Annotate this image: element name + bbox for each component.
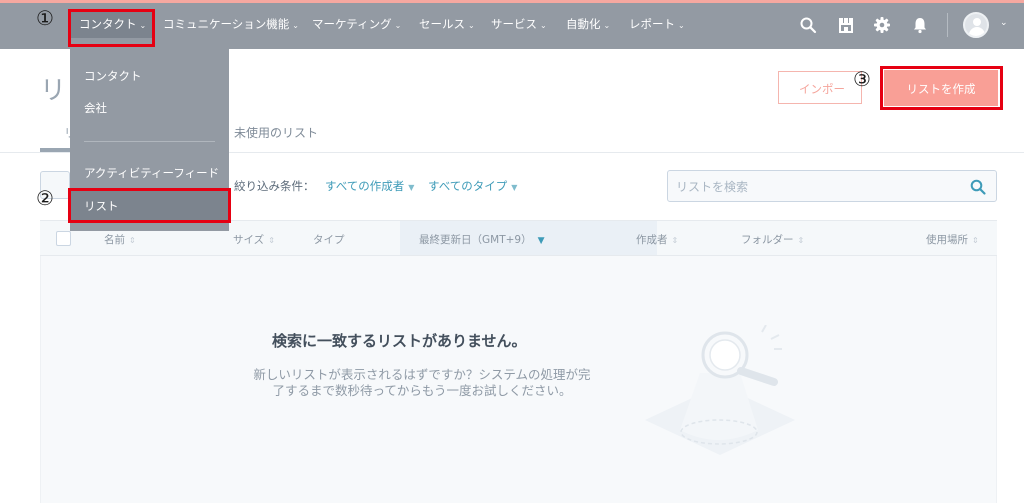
sort-icon: ⇕	[797, 236, 805, 245]
chevron-down-icon: ⌄	[292, 21, 299, 30]
chevron-down-icon: ⌄	[139, 21, 147, 30]
nav-service-label: サービス	[491, 17, 537, 31]
column-header-last-updated[interactable]: 最終更新日（GMT+9） ▼	[419, 232, 545, 247]
magnifier-illustration	[645, 325, 795, 455]
nav-automation-label: 自動化	[566, 17, 601, 31]
column-header-used-in[interactable]: 使用場所 ⇕	[926, 232, 979, 247]
nav-automation[interactable]: 自動化 ⌄	[566, 16, 610, 32]
nav-conversations[interactable]: コミュニケーション機能 ⌄	[163, 16, 299, 32]
column-header-creator[interactable]: 作成者 ⇕	[636, 232, 678, 247]
creator-filter-dropdown[interactable]: すべての作成者 ▼	[325, 178, 414, 194]
column-size-label: サイズ	[233, 234, 265, 246]
column-header-size[interactable]: サイズ ⇕	[233, 232, 275, 247]
column-name-label: 名前	[104, 234, 125, 246]
nav-sales[interactable]: セールス ⌄	[419, 16, 475, 32]
column-used-in-label: 使用場所	[926, 234, 968, 246]
empty-state-description-line1: 新しいリストが表示されるはずですか？システムの処理が完	[253, 367, 591, 382]
nav-marketing[interactable]: マーケティング ⌄	[312, 16, 401, 32]
dropdown-item-lists[interactable]: リスト	[84, 198, 119, 214]
search-box	[667, 170, 997, 202]
chevron-down-icon[interactable]: ⌄	[1000, 18, 1008, 28]
chevron-down-icon: ⌄	[603, 21, 611, 30]
nav-reports-label: レポート	[629, 17, 675, 31]
avatar-head	[973, 18, 981, 26]
avatar[interactable]	[963, 12, 989, 38]
bell-icon[interactable]	[911, 16, 929, 34]
column-header-type: タイプ	[313, 232, 345, 247]
nav-conversations-label: コミュニケーション機能	[163, 17, 290, 31]
chevron-down-icon: ⌄	[468, 21, 475, 30]
empty-state-description-line2: 了するまで数秒待ってからもう一度お試しください。	[272, 383, 572, 398]
create-list-button[interactable]: リストを作成	[884, 70, 998, 106]
page-title: リ	[40, 76, 67, 106]
column-last-updated-label: 最終更新日（GMT+9）	[419, 234, 532, 246]
type-filter-dropdown[interactable]: すべてのタイプ ▼	[428, 178, 517, 194]
sort-icon: ⇕	[671, 236, 679, 245]
top-accent-strip	[0, 0, 1024, 3]
nav-sales-label: セールス	[419, 17, 465, 31]
caret-down-icon: ▼	[511, 183, 518, 192]
nav-divider	[947, 13, 948, 37]
search-icon[interactable]	[799, 16, 817, 34]
column-header-name[interactable]: 名前 ⇕	[104, 232, 136, 247]
type-filter-label: すべてのタイプ	[428, 179, 508, 193]
column-type-label: タイプ	[313, 234, 345, 246]
avatar-body	[969, 27, 985, 36]
nav-service[interactable]: サービス ⌄	[491, 16, 547, 32]
step-marker-3: ③	[853, 67, 871, 91]
chevron-down-icon: ⌄	[678, 21, 685, 30]
tab-unused-lists[interactable]: 未使用のリスト	[234, 124, 318, 141]
caret-down-icon: ▼	[408, 183, 415, 192]
step-marker-2: ②	[36, 186, 54, 210]
marketplace-icon[interactable]	[837, 16, 855, 34]
contacts-dropdown-menu: コンタクト 会社 アクティビティーフィード リスト	[70, 49, 229, 231]
creator-filter-label: すべての作成者	[325, 179, 405, 193]
dropdown-item-contacts[interactable]: コンタクト	[84, 68, 142, 84]
sort-icon: ⇕	[268, 236, 275, 245]
nav-marketing-label: マーケティング	[312, 17, 392, 31]
sort-icon: ⇕	[972, 236, 979, 245]
nav-reports[interactable]: レポート ⌄	[629, 16, 685, 32]
select-all-checkbox[interactable]	[56, 231, 71, 246]
search-input[interactable]	[676, 177, 956, 197]
column-creator-label: 作成者	[636, 234, 668, 246]
dropdown-divider	[84, 141, 215, 142]
nav-contacts-label: コンタクト	[79, 17, 137, 31]
empty-state-description: 新しいリストが表示されるはずですか？システムの処理が完 了するまで数秒待ってから…	[232, 367, 612, 399]
step-marker-1: ①	[36, 6, 54, 30]
chevron-down-icon: ⌄	[540, 21, 547, 30]
dropdown-item-activity-feed[interactable]: アクティビティーフィード	[84, 165, 219, 181]
column-header-folder[interactable]: フォルダー ⇕	[741, 232, 804, 247]
import-button[interactable]: インポー	[778, 71, 862, 104]
dropdown-item-companies[interactable]: 会社	[84, 100, 107, 116]
nav-contacts[interactable]: コンタクト ⌄	[71, 11, 153, 38]
chevron-down-icon: ⌄	[394, 21, 402, 30]
filter-label: 絞り込み条件：	[234, 179, 315, 193]
sort-icon: ⇕	[129, 236, 136, 245]
sort-desc-icon: ▼	[537, 236, 545, 246]
search-icon[interactable]	[969, 178, 987, 196]
empty-state-title: 検索に一致するリストがありません。	[272, 332, 527, 350]
top-nav-bar: コンタクト ⌄ コミュニケーション機能 ⌄ マーケティング ⌄ セールス ⌄ サービス ⌄…	[0, 0, 1024, 49]
gear-icon[interactable]	[873, 16, 891, 34]
column-folder-label: フォルダー	[741, 234, 794, 246]
